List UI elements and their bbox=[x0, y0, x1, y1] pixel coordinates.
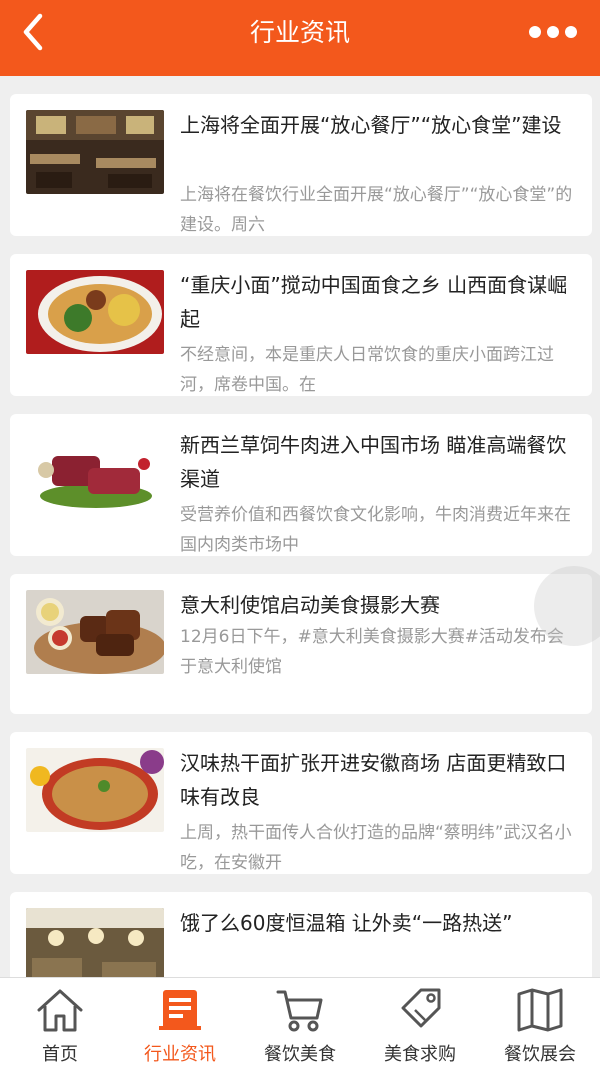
news-card[interactable]: 汉味热干面扩张开进安徽商场 店面更精致口味有改良 上周，热干面传人合伙打造的品牌… bbox=[10, 732, 592, 874]
news-card[interactable]: 饿了么60度恒温箱 让外卖“一路热送” bbox=[10, 892, 592, 982]
news-title: 意大利使馆启动美食摄影大赛 bbox=[180, 593, 440, 617]
dot-icon bbox=[547, 26, 559, 38]
news-thumbnail bbox=[26, 590, 164, 674]
app-header: 行业资讯 bbox=[0, 0, 600, 76]
bottom-tab-bar: 首页 行业资讯 餐饮美食 美食求购 餐饮展会 bbox=[0, 977, 600, 1068]
dot-icon bbox=[565, 26, 577, 38]
home-icon bbox=[37, 989, 83, 1032]
news-thumbnail bbox=[26, 270, 164, 354]
tab-label: 餐饮美食 bbox=[264, 1044, 336, 1065]
tab-food-purchase[interactable]: 美食求购 bbox=[360, 978, 480, 1068]
cart-icon bbox=[276, 990, 323, 1032]
tab-label: 行业资讯 bbox=[144, 1044, 216, 1065]
more-button[interactable] bbox=[526, 12, 588, 52]
news-title: 汉味热干面扩张开进安徽商场 店面更精致口味有改良 bbox=[180, 751, 567, 809]
news-summary: 不经意间，本是重庆人日常饮食的重庆小面跨江过河，席卷中国。在 bbox=[180, 345, 554, 395]
news-card[interactable]: 新西兰草饲牛肉进入中国市场 瞄准高端餐饮渠道 受营养价值和西餐饮食文化影响，牛肉… bbox=[10, 414, 592, 556]
map-icon bbox=[517, 988, 563, 1032]
news-thumbnail bbox=[26, 748, 164, 832]
news-summary: 12月6日下午，#意大利美食摄影大赛#活动发布会于意大利使馆 bbox=[180, 627, 564, 677]
page-title: 行业资讯 bbox=[249, 18, 350, 47]
tab-home[interactable]: 首页 bbox=[0, 978, 120, 1068]
news-title: 新西兰草饲牛肉进入中国市场 瞄准高端餐饮渠道 bbox=[180, 433, 567, 491]
tab-label: 美食求购 bbox=[384, 1044, 456, 1065]
news-thumbnail bbox=[26, 908, 164, 982]
tab-label: 首页 bbox=[42, 1044, 78, 1065]
news-card[interactable]: 上海将全面开展“放心餐厅”“放心食堂”建设 上海将在餐饮行业全面开展“放心餐厅”… bbox=[10, 94, 592, 236]
news-title: 饿了么60度恒温箱 让外卖“一路热送” bbox=[180, 911, 513, 935]
tag-icon bbox=[401, 988, 441, 1028]
news-card[interactable]: 意大利使馆启动美食摄影大赛 12月6日下午，#意大利美食摄影大赛#活动发布会于意… bbox=[10, 574, 592, 714]
tab-food-expo[interactable]: 餐饮展会 bbox=[480, 978, 600, 1068]
news-thumbnail bbox=[26, 110, 164, 194]
news-summary: 上海将在餐饮行业全面开展“放心餐厅”“放心食堂”的建设。周六 bbox=[180, 185, 573, 235]
dot-icon bbox=[529, 26, 541, 38]
tab-food-beverage[interactable]: 餐饮美食 bbox=[240, 978, 360, 1068]
news-title: “重庆小面”搅动中国面食之乡 山西面食谋崛起 bbox=[180, 273, 568, 331]
news-card[interactable]: “重庆小面”搅动中国面食之乡 山西面食谋崛起 不经意间，本是重庆人日常饮食的重庆… bbox=[10, 254, 592, 396]
news-summary: 受营养价值和西餐饮食文化影响，牛肉消费近年来在国内肉类市场中 bbox=[180, 505, 571, 555]
news-icon bbox=[159, 990, 201, 1030]
news-summary: 上周，热干面传人合伙打造的品牌“蔡明纬”武汉名小吃，在安徽开 bbox=[180, 823, 572, 873]
news-thumbnail bbox=[26, 430, 164, 514]
tab-label: 餐饮展会 bbox=[504, 1044, 576, 1065]
tab-industry-news[interactable]: 行业资讯 bbox=[120, 978, 240, 1068]
news-title: 上海将全面开展“放心餐厅”“放心食堂”建设 bbox=[180, 113, 562, 137]
